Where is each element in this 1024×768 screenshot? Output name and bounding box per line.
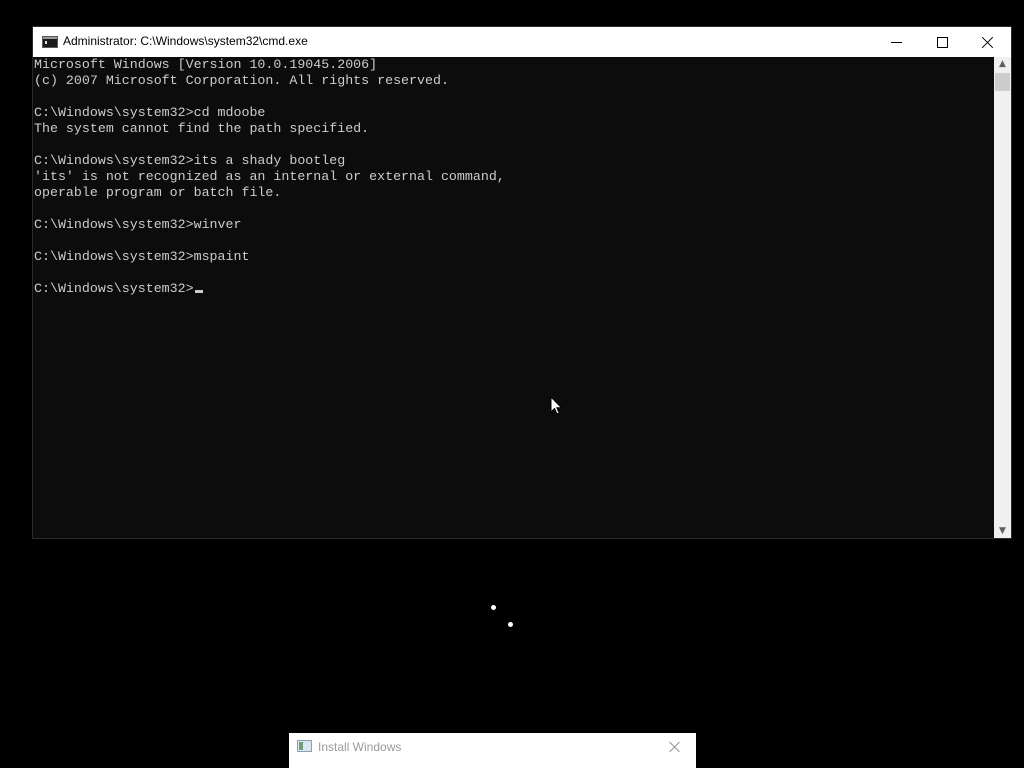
- console-line: (c) 2007 Microsoft Corporation. All righ…: [34, 73, 449, 88]
- minimize-button[interactable]: [873, 27, 919, 57]
- cmd-titlebar[interactable]: Administrator: C:\Windows\system32\cmd.e…: [33, 27, 1011, 57]
- mouse-pointer-icon: [550, 396, 563, 415]
- console-output[interactable]: Microsoft Windows [Version 10.0.19045.20…: [34, 57, 994, 538]
- console-line: C:\Windows\system32>cd mdoobe: [34, 105, 266, 120]
- console-line: operable program or batch file.: [34, 185, 282, 200]
- minimize-icon: [890, 41, 902, 43]
- close-icon: [982, 36, 994, 48]
- close-icon[interactable]: [667, 739, 683, 755]
- setup-icon: [297, 740, 312, 752]
- install-window-title: Install Windows: [318, 740, 402, 754]
- console-line: C:\Windows\system32>its a shady bootleg: [34, 153, 346, 168]
- desktop: Administrator: C:\Windows\system32\cmd.e…: [0, 0, 1024, 768]
- console-line: Microsoft Windows [Version 10.0.19045.20…: [34, 57, 378, 72]
- scroll-up-icon[interactable]: ▲: [994, 57, 1011, 71]
- loading-spinner-icon: [486, 600, 518, 632]
- vertical-scrollbar[interactable]: ▲ ▼: [994, 57, 1011, 538]
- text-cursor: [194, 290, 203, 293]
- console-line: 'its' is not recognized as an internal o…: [34, 169, 505, 184]
- console-line: C:\Windows\system32>mspaint: [34, 249, 250, 264]
- command-prompt-line[interactable]: C:\Windows\system32>: [34, 281, 994, 297]
- maximize-icon: [936, 36, 948, 48]
- scroll-down-icon[interactable]: ▼: [994, 524, 1011, 538]
- cmd-icon: [42, 36, 58, 48]
- command-prompt: C:\Windows\system32>: [34, 281, 194, 296]
- console-line: The system cannot find the path specifie…: [34, 121, 370, 136]
- window-title: Administrator: C:\Windows\system32\cmd.e…: [63, 34, 308, 48]
- spinner-dot: [491, 605, 496, 610]
- install-windows-window[interactable]: Install Windows: [289, 733, 696, 768]
- spinner-dot: [508, 622, 513, 627]
- scroll-thumb[interactable]: [995, 73, 1010, 91]
- console-line: C:\Windows\system32>winver: [34, 217, 242, 232]
- close-button[interactable]: [965, 27, 1011, 57]
- cmd-window[interactable]: Administrator: C:\Windows\system32\cmd.e…: [33, 27, 1011, 538]
- maximize-button[interactable]: [919, 27, 965, 57]
